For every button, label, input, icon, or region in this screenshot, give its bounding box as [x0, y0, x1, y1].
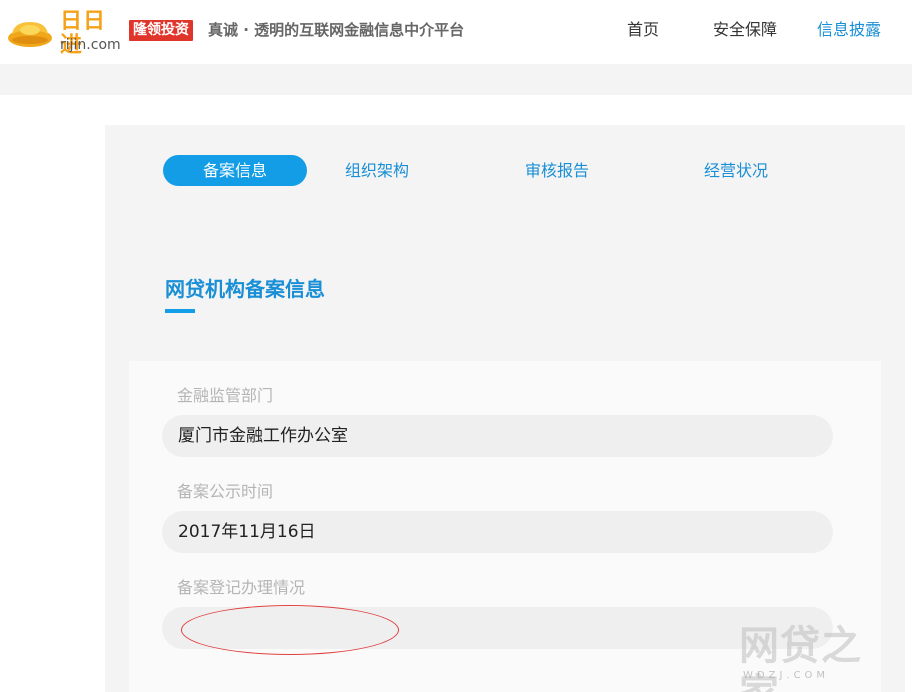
- regulator-label: 金融监管部门: [177, 386, 274, 405]
- nav-home[interactable]: 首页: [627, 19, 659, 41]
- header-divider-strip: [0, 64, 912, 95]
- site-slogan: 真诚 · 透明的互联网金融信息中介平台: [208, 21, 465, 39]
- nav-disclosure[interactable]: 信息披露: [817, 19, 881, 41]
- logo-domain-text: rijin.com: [60, 37, 121, 53]
- watermark: 网贷之家 WDZJ.COM: [735, 622, 895, 692]
- nav-security[interactable]: 安全保障: [713, 19, 777, 41]
- regulator-value: 厦门市金融工作办公室: [162, 415, 833, 457]
- gold-ingot-icon: [8, 22, 52, 47]
- tab-filing-info[interactable]: 备案信息: [163, 155, 307, 186]
- annotation-circle: [181, 605, 399, 655]
- brand-badge: 隆领投资: [129, 20, 193, 41]
- section-title-underline: [165, 309, 195, 313]
- site-logo[interactable]: 日日进 rijin.com: [6, 10, 124, 58]
- site-header: 日日进 rijin.com 隆领投资 真诚 · 透明的互联网金融信息中介平台 首…: [0, 0, 912, 64]
- section-title: 网贷机构备案信息: [165, 277, 325, 301]
- disclosure-panel: 备案信息 组织架构 审核报告 经营状况 网贷机构备案信息 金融监管部门 厦门市金…: [105, 125, 905, 692]
- tab-org-structure[interactable]: 组织架构: [327, 155, 427, 186]
- watermark-url: WDZJ.COM: [743, 670, 830, 681]
- tab-audit-report[interactable]: 审核报告: [507, 155, 607, 186]
- registration-status-label: 备案登记办理情况: [177, 578, 306, 597]
- filing-date-label: 备案公示时间: [177, 482, 274, 501]
- tab-operations[interactable]: 经营状况: [686, 155, 786, 186]
- filing-date-value: 2017年11月16日: [162, 511, 833, 553]
